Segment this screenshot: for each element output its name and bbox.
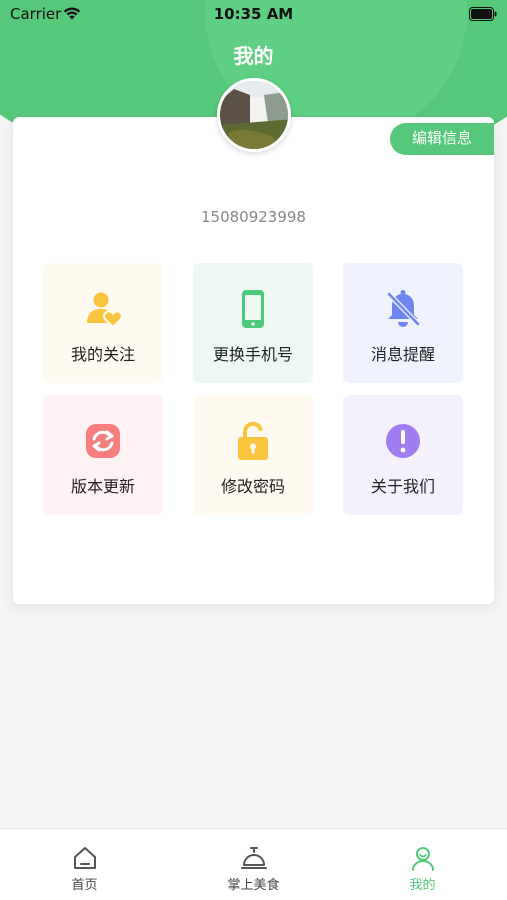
bell-off-icon <box>383 289 423 329</box>
menu-item-label: 消息提醒 <box>370 345 435 364</box>
phone-icon <box>233 289 273 329</box>
menu-item-label: 修改密码 <box>220 477 285 496</box>
screen: Carrier 10:35 AM 我的 编辑信息 15080923998 我的关… <box>0 0 507 900</box>
avatar[interactable] <box>217 78 291 152</box>
menu-item-label: 版本更新 <box>70 477 135 496</box>
menu-item-label: 关于我们 <box>370 477 435 496</box>
status-bar: Carrier 10:35 AM <box>0 0 507 30</box>
tab-label: 我的 <box>409 878 436 893</box>
menu-item-about-us[interactable]: 关于我们 <box>343 395 463 515</box>
battery-icon <box>469 7 497 21</box>
info-icon <box>383 421 423 461</box>
status-time: 10:35 AM <box>213 5 294 23</box>
menu-grid: 我的关注 更换手机号 消息提醒 版本更新 修改密码 关于我们 <box>43 263 465 515</box>
tab-label: 掌上美食 <box>227 878 280 893</box>
home-icon <box>73 847 96 869</box>
heart-user-icon <box>83 289 123 329</box>
menu-item-label: 更换手机号 <box>212 345 293 364</box>
menu-item-change-phone[interactable]: 更换手机号 <box>193 263 313 383</box>
page-title: 我的 <box>233 44 274 68</box>
tab-mine[interactable]: 我的 <box>338 829 507 900</box>
phone-number: 15080923998 <box>201 208 306 226</box>
menu-item-notifications[interactable]: 消息提醒 <box>343 263 463 383</box>
menu-item-label: 我的关注 <box>70 345 135 364</box>
profile-card: 编辑信息 15080923998 我的关注 更换手机号 消息提醒 版本更新 修改… <box>13 117 494 604</box>
menu-item-change-password[interactable]: 修改密码 <box>193 395 313 515</box>
tab-label: 首页 <box>71 878 98 893</box>
menu-item-following[interactable]: 我的关注 <box>43 263 163 383</box>
food-bell-icon <box>240 847 267 869</box>
tab-home[interactable]: 首页 <box>0 829 169 900</box>
refresh-icon <box>83 421 123 461</box>
user-icon <box>411 847 434 871</box>
edit-info-button[interactable]: 编辑信息 <box>390 123 494 155</box>
tab-food[interactable]: 掌上美食 <box>169 829 338 900</box>
menu-item-version-update[interactable]: 版本更新 <box>43 395 163 515</box>
tab-bar: 首页 掌上美食 我的 <box>0 828 507 900</box>
unlock-icon <box>233 421 273 461</box>
